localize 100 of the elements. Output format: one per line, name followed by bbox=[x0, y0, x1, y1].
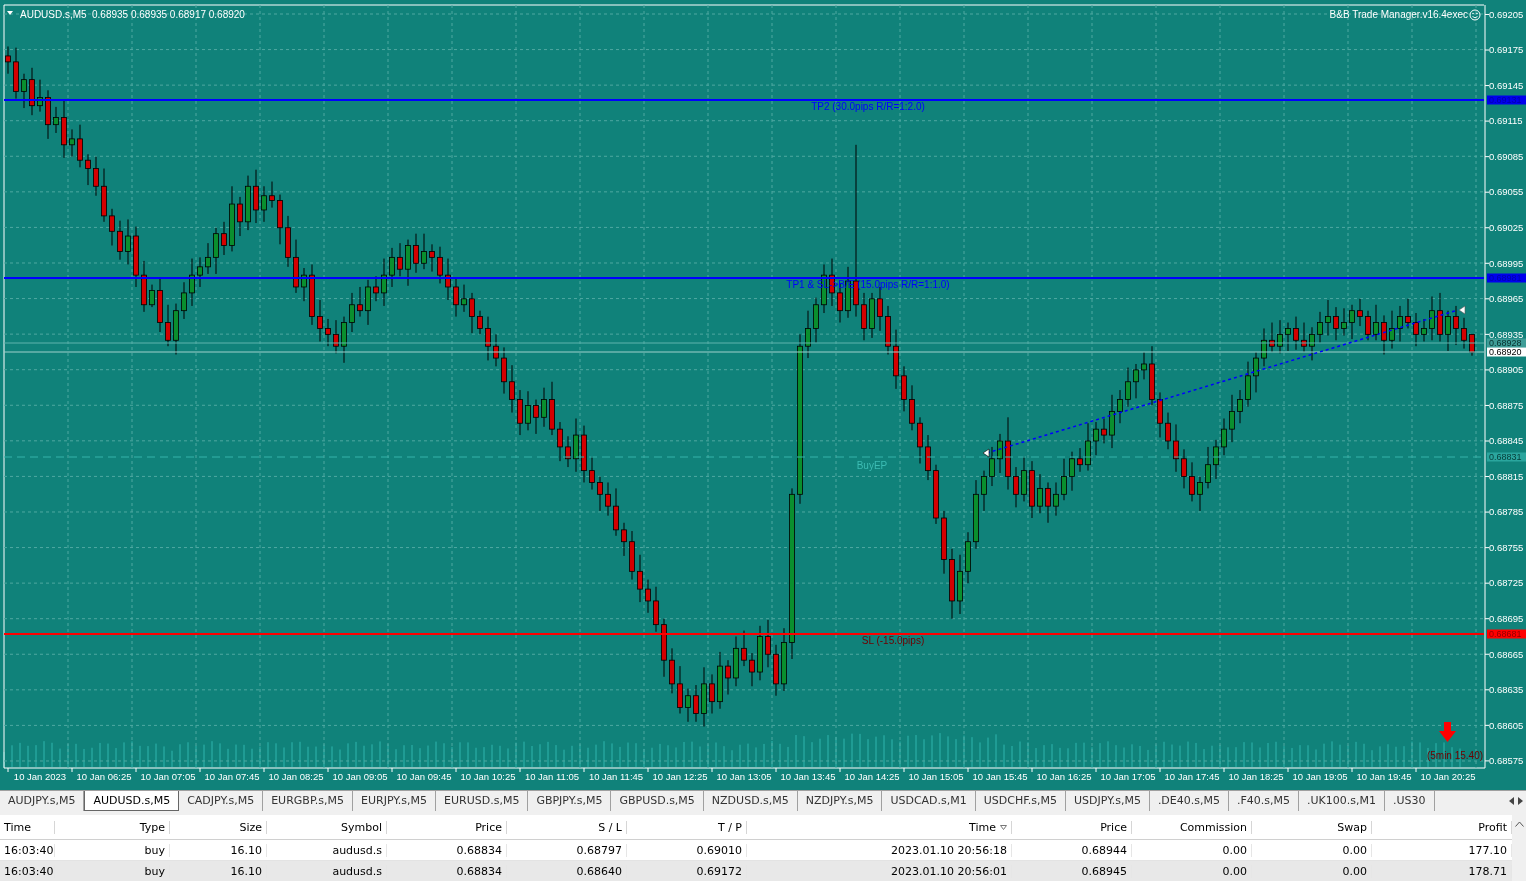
candlestick bbox=[477, 310, 483, 335]
dropdown-icon[interactable] bbox=[7, 11, 13, 15]
chart-tab[interactable]: USDCAD.s,M1 bbox=[882, 791, 976, 811]
candlestick bbox=[1021, 455, 1027, 502]
time-axis-label: 10 Jan 15:45 bbox=[972, 771, 1028, 782]
price-tag: 0.68920 bbox=[1487, 347, 1526, 358]
candlestick bbox=[1093, 421, 1099, 456]
time-axis-label: 10 Jan 11:45 bbox=[588, 771, 644, 782]
candlestick bbox=[1333, 306, 1339, 341]
down-arrow-icon bbox=[1439, 722, 1456, 742]
column-header[interactable]: Commission bbox=[1179, 820, 1247, 834]
candlestick bbox=[197, 256, 203, 288]
candlestick bbox=[621, 522, 627, 557]
chart-tab[interactable]: EURJPY.s,M5 bbox=[353, 791, 436, 811]
candlestick bbox=[805, 310, 811, 359]
candlestick bbox=[1253, 351, 1259, 393]
candlestick bbox=[533, 399, 539, 435]
candlestick bbox=[85, 153, 91, 186]
candlestick bbox=[653, 586, 659, 633]
candlestick bbox=[1205, 446, 1211, 489]
price-axis-label: 0.69115 bbox=[1489, 115, 1523, 127]
candlestick bbox=[453, 277, 459, 318]
chart-tab[interactable]: .DE40.s,M5 bbox=[1149, 791, 1229, 811]
chart-tab[interactable]: EURGBP.s,M5 bbox=[263, 791, 354, 811]
candlestick bbox=[589, 455, 595, 491]
column-header[interactable]: Price bbox=[1100, 820, 1127, 834]
chart-tab[interactable]: .US30 bbox=[1385, 791, 1435, 811]
candlestick bbox=[165, 304, 171, 347]
column-header[interactable]: Swap bbox=[1337, 820, 1367, 834]
candlestick bbox=[997, 433, 1003, 474]
candlestick bbox=[445, 258, 451, 301]
candlestick bbox=[1109, 394, 1115, 449]
candlestick bbox=[1405, 298, 1411, 329]
price-axis-label: 0.68845 bbox=[1489, 435, 1524, 447]
chart-tab[interactable]: USDJPY.s,M5 bbox=[1066, 791, 1150, 811]
candlestick bbox=[237, 196, 243, 237]
candlestick bbox=[269, 181, 275, 209]
scroll-right-icon[interactable] bbox=[1517, 796, 1524, 805]
candlestick bbox=[541, 387, 547, 428]
time-axis-label: 10 Jan 19:45 bbox=[1356, 771, 1412, 782]
time-axis-label: 10 Jan 2023 bbox=[13, 771, 67, 782]
column-header[interactable]: Symbol bbox=[341, 820, 382, 834]
chart-tab[interactable]: EURUSD.s,M5 bbox=[436, 791, 529, 811]
candlestick bbox=[1341, 307, 1347, 337]
candlestick bbox=[901, 365, 907, 412]
column-header[interactable]: T / P bbox=[717, 820, 742, 834]
time-axis-label: 10 Jan 06:25 bbox=[76, 771, 132, 782]
candlestick bbox=[365, 279, 371, 326]
candlestick bbox=[1349, 304, 1355, 340]
chart-tab[interactable]: NZDJPY.s,M5 bbox=[797, 791, 883, 811]
time-axis-label: 10 Jan 18:25 bbox=[1228, 771, 1284, 782]
column-header[interactable]: S / L bbox=[598, 820, 622, 834]
candlestick bbox=[429, 243, 435, 273]
chart-tab[interactable]: GBPUSD.s,M5 bbox=[611, 791, 704, 811]
candlestick bbox=[981, 470, 987, 512]
table-cell: buy bbox=[55, 864, 170, 878]
chart-tab[interactable]: GBPJPY.s,M5 bbox=[528, 791, 612, 811]
candlestick bbox=[1197, 476, 1203, 512]
price-axis-label: 0.68725 bbox=[1489, 577, 1524, 589]
candlestick bbox=[1157, 391, 1163, 438]
table-cell: buy bbox=[55, 843, 170, 857]
time-axis-label: 10 Jan 08:25 bbox=[268, 771, 324, 782]
scroll-left-icon[interactable] bbox=[1508, 796, 1515, 805]
candlestick bbox=[917, 416, 923, 465]
time-axis-label: 10 Jan 17:05 bbox=[1100, 771, 1156, 782]
candlestick bbox=[613, 487, 619, 537]
chart-tab[interactable]: USDCHF.s,M5 bbox=[975, 791, 1067, 811]
column-header[interactable]: Type bbox=[139, 820, 165, 834]
column-header[interactable]: Profit bbox=[1478, 820, 1507, 834]
candlestick bbox=[1173, 423, 1179, 473]
price-axis-label: 0.69085 bbox=[1489, 150, 1524, 162]
column-header[interactable]: Time bbox=[969, 820, 996, 834]
candlestick bbox=[1221, 417, 1227, 456]
price-axis-label: 0.68755 bbox=[1489, 541, 1524, 553]
table-cell: 16:03:40 bbox=[0, 843, 55, 857]
candlestick bbox=[1085, 422, 1091, 472]
chart-tab[interactable]: .F40.s,M5 bbox=[1229, 791, 1300, 811]
sort-icon[interactable] bbox=[1000, 824, 1007, 830]
column-header[interactable]: Size bbox=[239, 820, 262, 834]
candlestick bbox=[5, 45, 11, 75]
price-axis-label: 0.68875 bbox=[1489, 399, 1524, 411]
scroll-up-icon[interactable] bbox=[1514, 821, 1524, 827]
candlestick bbox=[213, 227, 219, 275]
column-header[interactable]: Price bbox=[475, 820, 502, 834]
chart-tab[interactable]: .UK100.s,M1 bbox=[1299, 791, 1386, 811]
candlestick bbox=[853, 144, 859, 318]
chart-tab[interactable]: CADJPY.s,M5 bbox=[179, 791, 264, 811]
chart-tab[interactable]: AUDUSD.s,M5 bbox=[84, 791, 180, 811]
candlestick bbox=[261, 185, 267, 223]
candlestick bbox=[413, 233, 419, 274]
candlestick bbox=[1117, 389, 1123, 424]
take-profit-label: TP2 (30.0pips R/R=1:2.0) bbox=[811, 101, 925, 112]
chart-tab[interactable]: NZDUSD.s,M5 bbox=[703, 791, 798, 811]
table-cell: 0.00 bbox=[1252, 843, 1372, 857]
column-header[interactable]: Time bbox=[4, 820, 31, 834]
price-axis-label: 0.69145 bbox=[1489, 79, 1524, 91]
candlestick bbox=[557, 421, 563, 462]
candlestick bbox=[989, 446, 995, 487]
candlestick bbox=[1397, 305, 1403, 342]
table-cell: 16.10 bbox=[170, 864, 267, 878]
